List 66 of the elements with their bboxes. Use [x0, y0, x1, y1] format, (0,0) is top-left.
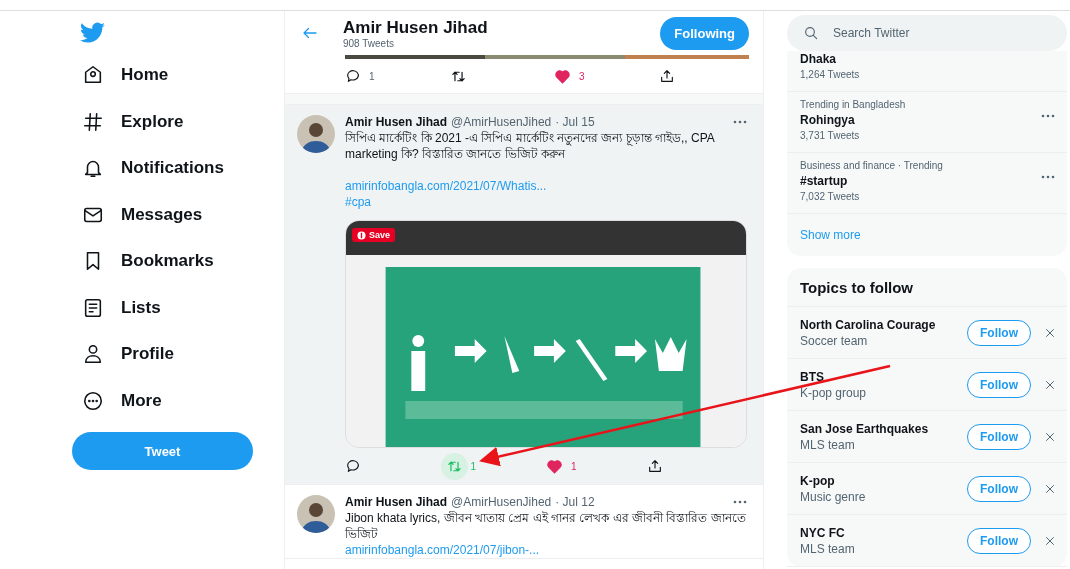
trend-name[interactable]: Dhaka — [800, 51, 1055, 67]
retweet-icon — [440, 452, 468, 480]
search-input[interactable]: Search Twitter — [831, 25, 1051, 41]
person-icon — [82, 343, 104, 366]
tweet-text: সিপিএ মার্কেটিং কি 2021 -এ সিপিএ মার্কেটিং নতুনদের জন্য চূড়ান্ত গাইড,, CPA marketing কি? বিস্তারিত জানতে ভিজিট করুন — [345, 130, 716, 162]
more-options-icon[interactable] — [733, 500, 747, 504]
author-name[interactable]: Amir Husen Jihad — [345, 495, 448, 509]
topic-name[interactable]: NYC FC — [800, 524, 967, 541]
section-title: Topics to follow — [787, 268, 1067, 307]
nav-item[interactable]: Messages — [72, 191, 284, 238]
tweet-date[interactable]: · Jul 15 — [555, 115, 595, 129]
tweet-date[interactable]: · Jul 12 — [555, 495, 595, 509]
tweet-text: Jibon khata lyrics, জীবন খাতায় প্রেম এই গানর লেখক এর জীবনী বিস্তারিত জানতে ভিজিট — [345, 510, 747, 542]
nav-item[interactable]: Bookmarks — [72, 238, 284, 285]
reply-icon — [345, 458, 361, 474]
more-options-icon[interactable] — [733, 120, 747, 124]
nav-item[interactable]: More — [72, 377, 284, 424]
more-icon — [82, 389, 104, 412]
avatar — [297, 115, 335, 153]
retweet-count: 1 — [470, 460, 477, 472]
tweet-card[interactable]: Amir Husen Jihad @AmirHusenJihed · Jul 12 Jibon khata lyrics, জীবন খাতায় প্রেম এই গানর লেখক এর জীবনী বিস্তারিত জানতে ভিজিট amirinfobangla.com/2021/07/jibon-... — [285, 485, 763, 559]
search-icon — [803, 25, 819, 41]
author-handle[interactable]: @AmirHusenJihed — [451, 495, 552, 509]
like-count: 1 — [571, 460, 577, 472]
topic-name[interactable]: K-pop — [800, 472, 967, 489]
profile-name: Amir Husen Jihad — [343, 17, 489, 38]
heart-icon — [546, 457, 563, 475]
share-icon — [658, 68, 675, 84]
list-icon — [82, 296, 104, 319]
topic-category: K-pop group — [800, 384, 868, 401]
topic-category: MLS team — [800, 436, 856, 453]
trend-name[interactable]: Rohingya — [800, 112, 1041, 128]
more-options-icon[interactable] — [1041, 114, 1055, 118]
topic-category: Soccer team — [800, 332, 869, 349]
author-handle[interactable]: @AmirHusenJihed — [451, 115, 552, 129]
like-count: 3 — [579, 70, 585, 82]
reply-icon — [345, 68, 361, 84]
topic-category: MLS team — [800, 540, 856, 557]
topic-name[interactable]: San Jose Earthquakes — [800, 420, 967, 437]
nav-item[interactable]: Notifications — [72, 145, 284, 192]
tweet-card[interactable] — [285, 105, 763, 485]
topic-category: Music genre — [800, 488, 867, 505]
trend-context: Business and finance · Trending — [800, 159, 944, 173]
more-options-icon[interactable] — [1041, 175, 1055, 179]
nav-item[interactable]: Home — [72, 52, 284, 99]
trend-name[interactable]: #startup — [800, 173, 1041, 189]
search-field[interactable]: Search Twitter — [787, 15, 1067, 51]
pin-icon — [357, 230, 366, 240]
trend-context: Trending in Bangladesh — [800, 98, 907, 112]
reply-count: 1 — [369, 70, 375, 82]
trend-tweet-count: 3,731 Tweets — [800, 129, 861, 143]
avatar — [297, 495, 335, 533]
nav-item[interactable]: Explore — [72, 98, 284, 145]
topic-name[interactable]: North Carolina Courage — [800, 316, 967, 333]
hashtag-icon — [82, 110, 104, 133]
author-name[interactable]: Amir Husen Jihad — [345, 115, 448, 129]
trend-tweet-count: 7,032 Tweets — [800, 190, 861, 204]
save-button[interactable]: Save — [352, 228, 396, 242]
topic-name[interactable]: BTS — [800, 368, 967, 385]
nav-item[interactable]: Lists — [72, 284, 284, 331]
nav-item[interactable]: Profile — [72, 331, 284, 378]
bird-logo-icon[interactable] — [80, 22, 106, 44]
share-icon — [646, 458, 663, 474]
heart-icon — [554, 67, 571, 85]
tweet-count: 908 Tweets — [343, 37, 395, 49]
trend-tweet-count: 1,264 Tweets — [800, 68, 861, 82]
